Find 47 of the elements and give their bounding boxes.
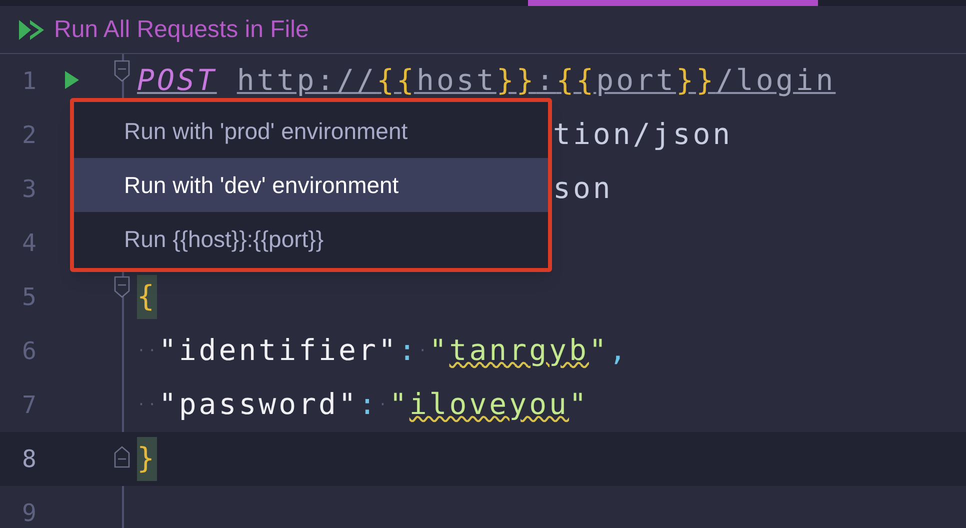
- code-text: tion/json: [553, 116, 733, 154]
- whitespace-marker: ·: [418, 342, 430, 360]
- template-brace: {{: [556, 62, 596, 100]
- line-number: 1: [21, 66, 38, 97]
- json-key: "identifier": [158, 329, 398, 373]
- template-brace: }}: [676, 62, 716, 100]
- string-value: tanrgyb: [449, 332, 589, 370]
- fold-icon[interactable]: [114, 276, 130, 298]
- string-quote: ": [429, 332, 450, 370]
- popup-menu-item[interactable]: Run with 'prod' environment: [74, 104, 548, 158]
- run-all-icon[interactable]: [18, 18, 46, 42]
- whitespace-marker: ··: [137, 396, 159, 414]
- url-text: /login: [716, 62, 836, 100]
- line-number: 9: [21, 498, 38, 528]
- url-text: :: [536, 62, 556, 100]
- run-icon[interactable]: [64, 70, 80, 90]
- matched-brace: }: [137, 437, 157, 481]
- matched-brace: {: [137, 275, 157, 319]
- url-text: host: [416, 62, 496, 100]
- line-number: 5: [21, 282, 38, 313]
- json-key: "password": [158, 383, 358, 427]
- code-text: son: [553, 170, 613, 208]
- line-number: 2: [21, 120, 38, 151]
- punctuation: :: [398, 332, 418, 370]
- popup-menu-item[interactable]: Run with 'dev' environment: [74, 158, 548, 212]
- whitespace-marker: ·: [378, 396, 390, 414]
- punctuation: :: [358, 386, 378, 424]
- template-brace: }}: [496, 62, 536, 100]
- line-number: 3: [21, 174, 38, 205]
- string-quote: ": [569, 386, 589, 424]
- string-value: iloveyou: [409, 386, 570, 424]
- punctuation: ,: [608, 332, 629, 370]
- line-number: 4: [21, 228, 38, 259]
- url-text: port: [596, 62, 676, 100]
- line-number: 6: [21, 336, 38, 367]
- string-quote: ": [588, 332, 609, 370]
- whitespace-marker: ··: [137, 342, 159, 360]
- fold-icon[interactable]: [114, 446, 130, 468]
- fold-icon[interactable]: [114, 60, 130, 82]
- run-all-requests-button[interactable]: Run All Requests in File: [54, 12, 309, 48]
- popup-menu-item[interactable]: Run {{host}}:{{port}}: [74, 212, 548, 266]
- string-quote: ": [389, 386, 410, 424]
- line-number: 7: [21, 390, 38, 421]
- template-brace: {{: [376, 62, 416, 100]
- line-number: 8: [21, 444, 38, 475]
- url-text: http://: [236, 62, 377, 100]
- http-method: POST: [137, 62, 217, 100]
